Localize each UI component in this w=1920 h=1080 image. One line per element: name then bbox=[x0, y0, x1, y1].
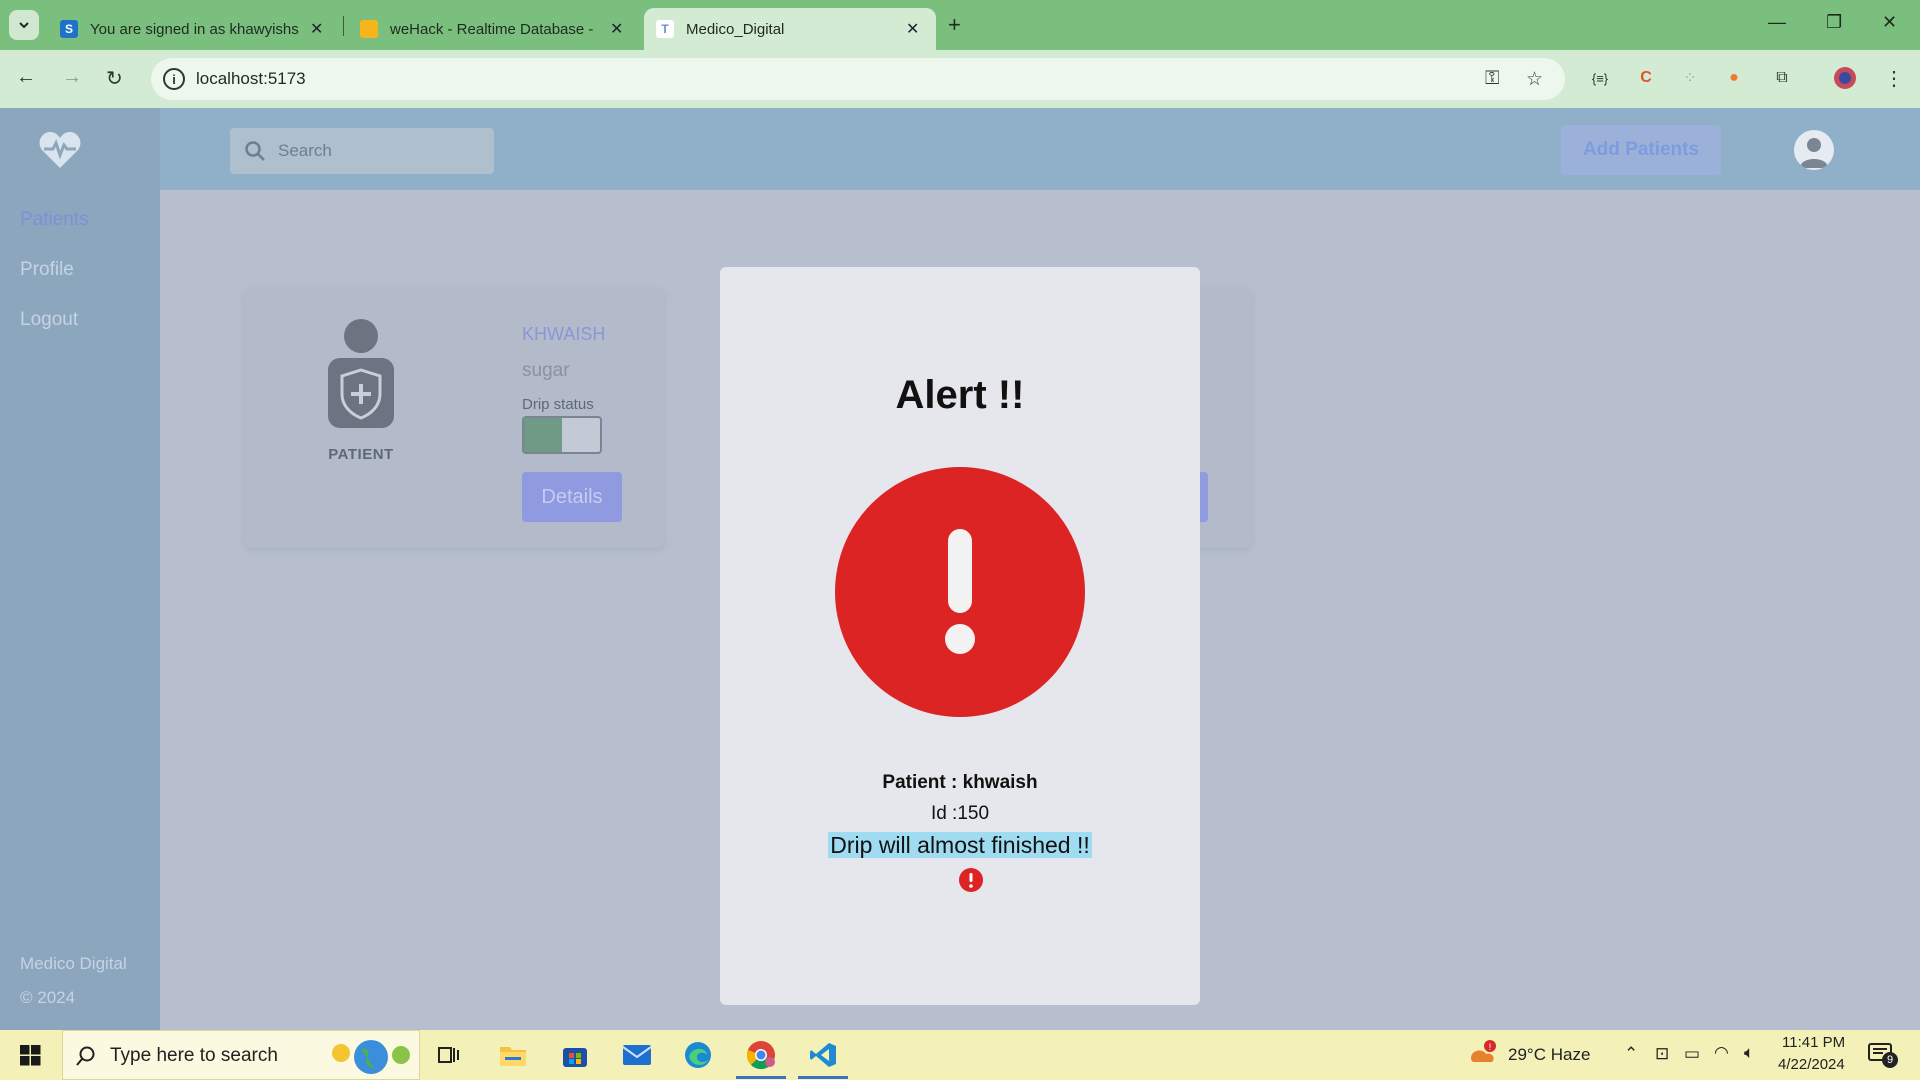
drip-status-label: Drip status bbox=[522, 396, 594, 413]
back-icon[interactable]: ← bbox=[16, 66, 36, 89]
mail-icon[interactable] bbox=[622, 1040, 652, 1070]
alert-message: Drip will almost finished !! bbox=[720, 832, 1200, 859]
search-input[interactable] bbox=[278, 128, 478, 174]
user-icon bbox=[1800, 138, 1828, 168]
windows-start-icon[interactable] bbox=[20, 1045, 41, 1066]
microsoft-store-icon[interactable] bbox=[560, 1040, 590, 1070]
chevron-down-icon bbox=[19, 22, 29, 29]
clock-date[interactable]: 4/22/2024 bbox=[1778, 1056, 1845, 1073]
alert-id-line: Id :150 bbox=[930, 803, 990, 824]
star-icon[interactable]: ☆ bbox=[1526, 68, 1543, 91]
weather-icon[interactable]: ! bbox=[1468, 1040, 1498, 1070]
close-icon[interactable]: ✕ bbox=[310, 19, 323, 39]
browser-tab-strip: S You are signed in as khawyishs ✕ weHac… bbox=[0, 0, 1920, 50]
patient-condition: sugar bbox=[522, 360, 570, 381]
extension-icon[interactable]: ⁘ bbox=[1678, 66, 1702, 90]
taskbar-search[interactable]: Type here to search bbox=[62, 1030, 420, 1080]
patient-name: KHWAISH bbox=[522, 324, 606, 344]
reload-icon[interactable]: ↻ bbox=[106, 66, 123, 91]
chevron-up-icon[interactable]: ⌃ bbox=[1624, 1044, 1638, 1064]
active-app-indicator bbox=[736, 1076, 786, 1079]
extension-icon[interactable]: ● bbox=[1722, 66, 1746, 90]
weather-text[interactable]: 29°C Haze bbox=[1508, 1045, 1590, 1065]
browser-tab-2[interactable]: weHack - Realtime Database - ✕ bbox=[348, 8, 635, 50]
tab-favicon: T bbox=[656, 20, 674, 38]
close-icon[interactable]: ✕ bbox=[610, 19, 623, 39]
tab-title: Medico_Digital bbox=[686, 20, 785, 38]
vscode-icon[interactable] bbox=[808, 1040, 838, 1070]
app-root: Patients Profile Logout Medico Digital ©… bbox=[0, 108, 1920, 1030]
add-patients-button[interactable]: Add Patients bbox=[1561, 125, 1721, 175]
speaker-icon[interactable]: 🔈︎ bbox=[1744, 1043, 1754, 1063]
tab-search-button[interactable] bbox=[9, 10, 39, 40]
browser-toolbar: ← → ↻ i localhost:5173 ⚿ ☆ {≡} C ⁘ ● ⧉ ⋮ bbox=[0, 50, 1920, 108]
profile-icon[interactable] bbox=[1833, 66, 1857, 90]
menu-icon[interactable]: ⋮ bbox=[1882, 66, 1906, 90]
notification-count: 9 bbox=[1882, 1052, 1898, 1068]
close-icon[interactable]: ✕ bbox=[906, 19, 919, 39]
sidebar-item-patients[interactable]: Patients bbox=[20, 209, 89, 231]
earth-day-icon bbox=[332, 1040, 410, 1074]
notification-icon[interactable]: 9 bbox=[1868, 1042, 1898, 1068]
search-icon bbox=[76, 1046, 95, 1066]
tab-title: You are signed in as khawyishs bbox=[90, 20, 299, 38]
sidebar-item-profile[interactable]: Profile bbox=[20, 259, 74, 281]
edge-icon[interactable] bbox=[683, 1040, 713, 1070]
patient-shield-icon bbox=[328, 319, 394, 428]
clock-time[interactable]: 11:41 PM bbox=[1782, 1034, 1845, 1051]
forward-icon[interactable]: → bbox=[62, 66, 82, 89]
alert-message-text: Drip will almost finished !! bbox=[828, 832, 1092, 858]
details-button[interactable]: Details bbox=[522, 472, 622, 522]
search-box[interactable] bbox=[230, 128, 494, 174]
firebase-icon bbox=[360, 20, 378, 38]
meet-icon[interactable]: ⊡ bbox=[1655, 1044, 1669, 1064]
key-icon[interactable]: ⚿ bbox=[1485, 68, 1499, 90]
puzzle-icon[interactable]: ⧉ bbox=[1770, 66, 1794, 90]
drip-level-fill bbox=[524, 418, 562, 452]
tab-title: weHack - Realtime Database - bbox=[390, 20, 594, 38]
windows-taskbar: Type here to search ! 29°C Haze ⌃ ⊡ ▭ ◠ … bbox=[0, 1030, 1920, 1080]
small-alert-icon bbox=[959, 868, 983, 892]
file-explorer-icon[interactable] bbox=[498, 1040, 528, 1070]
alert-modal: Alert !! Patient : khwaish Id :150 Drip … bbox=[720, 267, 1200, 1005]
tab-separator bbox=[343, 16, 344, 36]
svg-text:!: ! bbox=[1489, 1042, 1492, 1052]
chrome-icon[interactable] bbox=[746, 1040, 776, 1070]
alert-exclamation-icon bbox=[835, 467, 1085, 717]
patient-card: PATIENT KHWAISH sugar Drip status Detail… bbox=[244, 288, 664, 548]
sidebar-item-logout[interactable]: Logout bbox=[20, 309, 78, 331]
address-bar[interactable]: i localhost:5173 ⚿ ☆ bbox=[151, 58, 1565, 100]
sidebar: Patients Profile Logout Medico Digital ©… bbox=[0, 108, 160, 1030]
footer-copyright: © 2024 bbox=[20, 988, 76, 1007]
patient-tag: PATIENT bbox=[328, 446, 394, 463]
task-view-icon[interactable] bbox=[434, 1040, 464, 1070]
search-icon bbox=[245, 141, 265, 161]
tab-favicon: S bbox=[60, 20, 78, 38]
taskbar-search-text: Type here to search bbox=[110, 1045, 278, 1066]
battery-icon[interactable]: ▭ bbox=[1684, 1044, 1700, 1064]
avatar[interactable] bbox=[1794, 130, 1834, 170]
new-tab-button[interactable]: + bbox=[948, 12, 961, 38]
url-text[interactable]: localhost:5173 bbox=[196, 69, 306, 89]
drip-status-toggle[interactable] bbox=[522, 416, 602, 454]
alert-patient-line: Patient : khwaish bbox=[882, 772, 1038, 793]
wifi-icon[interactable]: ◠ bbox=[1714, 1043, 1729, 1063]
footer-brand: Medico Digital bbox=[20, 954, 127, 973]
restore-icon[interactable]: ❐ bbox=[1826, 12, 1842, 33]
extension-icon[interactable]: C bbox=[1634, 66, 1658, 90]
top-bar: Add Patients bbox=[160, 108, 1920, 190]
heartbeat-logo-icon bbox=[39, 132, 81, 168]
close-window-icon[interactable]: ✕ bbox=[1882, 12, 1897, 33]
minimize-icon[interactable]: — bbox=[1768, 12, 1786, 33]
modal-title: Alert !! bbox=[895, 373, 1025, 417]
browser-tab-1[interactable]: S You are signed in as khawyishs ✕ bbox=[48, 8, 335, 50]
site-info-icon[interactable]: i bbox=[163, 68, 185, 90]
extension-icon[interactable]: {≡} bbox=[1588, 66, 1612, 90]
browser-tab-3[interactable]: T Medico_Digital ✕ bbox=[644, 8, 936, 50]
active-app-indicator bbox=[798, 1076, 848, 1079]
